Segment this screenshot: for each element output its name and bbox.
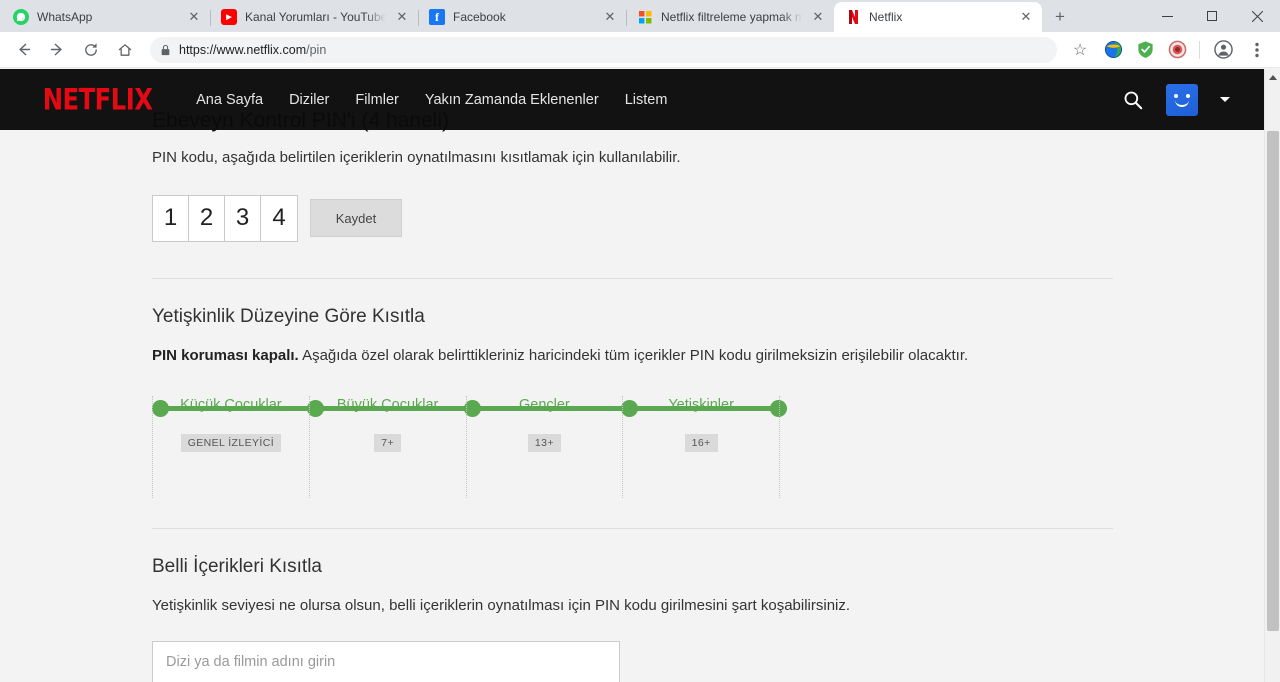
- search-icon[interactable]: [1122, 89, 1144, 111]
- maturity-section: Yetişkinlik Düzeyine Göre Kısıtla PIN ko…: [152, 305, 1264, 498]
- browser-window: WhatsApp ✕ ▶ Kanal Yorumları - YouTube S…: [0, 0, 1280, 682]
- browser-tab-facebook[interactable]: f Facebook ✕: [418, 2, 626, 32]
- rating-badge: 7+: [374, 434, 402, 452]
- titles-section-title: Belli İçerikleri Kısıtla: [152, 556, 322, 577]
- page-scrollbar[interactable]: [1264, 69, 1280, 682]
- avatar-eye-right: [1186, 93, 1190, 98]
- pin-input-group[interactable]: 1 2 3 4: [152, 194, 298, 242]
- scrollbar-thumb[interactable]: [1267, 131, 1279, 631]
- toolbar-right: ☆: [1063, 35, 1274, 65]
- title-search-input[interactable]: Dizi ya da filmin adını girin: [152, 640, 620, 682]
- shield-extension-icon[interactable]: [1133, 38, 1157, 62]
- reload-icon[interactable]: [76, 35, 106, 65]
- netflix-main-nav: Ana Sayfa Diziler Filmler Yakın Zamanda …: [196, 92, 667, 108]
- nav-item-my-list[interactable]: Listem: [625, 92, 668, 108]
- home-icon[interactable]: [110, 35, 140, 65]
- close-icon[interactable]: ✕: [394, 9, 410, 25]
- close-icon[interactable]: ✕: [1018, 9, 1034, 25]
- titles-section: Belli İçerikleri Kısıtla Yetişkinlik sev…: [152, 556, 1264, 682]
- chevron-down-icon[interactable]: [1220, 97, 1230, 102]
- camera-extension-icon[interactable]: [1165, 38, 1189, 62]
- browser-tab-netflix[interactable]: Netflix ✕: [834, 2, 1042, 32]
- page-viewport: NETFLIX Ana Sayfa Diziler Filmler Yakın …: [0, 69, 1280, 682]
- url-path: /pin: [306, 42, 327, 57]
- level-label: Küçük Çocuklar: [180, 397, 282, 413]
- lock-icon: [160, 44, 171, 56]
- browser-tab-whatsapp[interactable]: WhatsApp ✕: [2, 2, 210, 32]
- tab-title: Facebook: [453, 10, 506, 24]
- netflix-header-right: [1122, 83, 1230, 116]
- profile-avatar-icon[interactable]: [1208, 35, 1238, 65]
- nav-item-recently-added[interactable]: Yakın Zamanda Eklenenler: [425, 92, 599, 108]
- pin-digit-4[interactable]: 4: [261, 195, 297, 241]
- url-origin: https://www.netflix.com: [179, 42, 307, 57]
- tab-title: Netflix: [869, 10, 903, 24]
- avatar[interactable]: [1166, 83, 1198, 116]
- window-controls: [1145, 0, 1280, 32]
- address-bar[interactable]: https://www.netflix.com/pin: [150, 36, 1057, 63]
- forward-icon[interactable]: [42, 35, 72, 65]
- close-icon[interactable]: ✕: [602, 9, 618, 25]
- pin-entry-row: 1 2 3 4 Kaydet: [152, 194, 1264, 242]
- back-icon[interactable]: [8, 35, 38, 65]
- nav-item-series[interactable]: Diziler: [289, 92, 329, 108]
- maturity-status-bold: PIN koruması kapalı.: [152, 346, 299, 364]
- close-icon[interactable]: ✕: [186, 9, 202, 25]
- maturity-level-little-kids[interactable]: Küçük Çocuklar GENEL İZLEYİCİ: [152, 396, 309, 498]
- save-button[interactable]: Kaydet: [310, 199, 402, 237]
- toolbar-divider: [1199, 40, 1200, 59]
- globe-extension-icon[interactable]: [1101, 38, 1125, 62]
- avatar-mouth: [1175, 100, 1189, 107]
- level-label: Büyük Çocuklar: [336, 397, 439, 413]
- maturity-status-text: PIN koruması kapalı. Aşağıda özel olarak…: [152, 345, 1264, 368]
- rating-badge: 16+: [684, 434, 718, 452]
- pin-digit-3[interactable]: 3: [225, 195, 261, 241]
- maturity-section-title: Yetişkinlik Düzeyine Göre Kısıtla: [152, 305, 425, 327]
- rating-badge: GENEL İZLEYİCİ: [180, 434, 282, 452]
- scroll-up-icon[interactable]: [1265, 69, 1280, 85]
- close-icon[interactable]: ✕: [810, 9, 826, 25]
- maturity-status-rest: Aşağıda özel olarak belirttikleriniz har…: [298, 346, 969, 364]
- tab-title: Netflix filtreleme yapmak müm: [661, 10, 802, 24]
- browser-tab-netflix-article[interactable]: Netflix filtreleme yapmak müm ✕: [626, 2, 834, 32]
- maturity-level-columns: Küçük Çocuklar GENEL İZLEYİCİ Büyük Çocu…: [152, 396, 780, 498]
- whatsapp-icon: [13, 9, 29, 25]
- level-label: Gençler: [518, 397, 570, 413]
- rating-badge: 13+: [527, 434, 561, 452]
- browser-tab-youtube[interactable]: ▶ Kanal Yorumları - YouTube Stu ✕: [210, 2, 418, 32]
- avatar-eye-left: [1174, 93, 1178, 98]
- tab-title: Kanal Yorumları - YouTube Stu: [245, 10, 386, 24]
- pin-digit-2[interactable]: 2: [189, 195, 225, 241]
- page-content: Ebeveyn Kontrol PIN'i (4 haneli) PIN kod…: [0, 69, 1264, 682]
- nav-item-films[interactable]: Filmler: [355, 92, 399, 108]
- maximize-button[interactable]: [1190, 0, 1235, 32]
- three-dot-menu-icon[interactable]: [1242, 35, 1272, 65]
- pin-description: PIN kodu, aşağıda belirtilen içeriklerin…: [152, 149, 681, 166]
- maturity-level-adults[interactable]: Yetişkinler 16+: [622, 396, 780, 498]
- youtube-icon: ▶: [221, 9, 237, 25]
- netflix-header: NETFLIX Ana Sayfa Diziler Filmler Yakın …: [0, 69, 1264, 130]
- tab-strip: WhatsApp ✕ ▶ Kanal Yorumları - YouTube S…: [0, 0, 1280, 32]
- url-text: https://www.netflix.com/pin: [179, 43, 326, 57]
- netflix-icon: [845, 9, 861, 25]
- netflix-logo[interactable]: NETFLIX: [43, 82, 153, 116]
- tab-title: WhatsApp: [37, 10, 93, 24]
- facebook-icon: f: [429, 9, 445, 25]
- windows-icon: [637, 9, 653, 25]
- maturity-level-teens[interactable]: Gençler 13+: [465, 396, 623, 498]
- titles-description: Yetişkinlik seviyesi ne olursa olsun, be…: [152, 597, 851, 614]
- nav-item-home[interactable]: Ana Sayfa: [196, 92, 263, 108]
- browser-toolbar: https://www.netflix.com/pin ☆: [0, 32, 1280, 68]
- close-window-button[interactable]: [1235, 0, 1280, 32]
- pin-digit-1[interactable]: 1: [153, 195, 189, 241]
- minimize-button[interactable]: [1145, 0, 1190, 32]
- maturity-level-older-kids[interactable]: Büyük Çocuklar 7+: [308, 396, 466, 498]
- bookmark-star-icon[interactable]: ☆: [1065, 35, 1095, 65]
- section-divider-2: [152, 528, 1113, 529]
- level-label: Yetişkinler: [668, 397, 734, 413]
- section-divider-1: [152, 277, 1113, 279]
- maturity-slider[interactable]: Küçük Çocuklar GENEL İZLEYİCİ Büyük Çocu…: [152, 396, 787, 498]
- new-tab-button[interactable]: +: [1046, 3, 1074, 31]
